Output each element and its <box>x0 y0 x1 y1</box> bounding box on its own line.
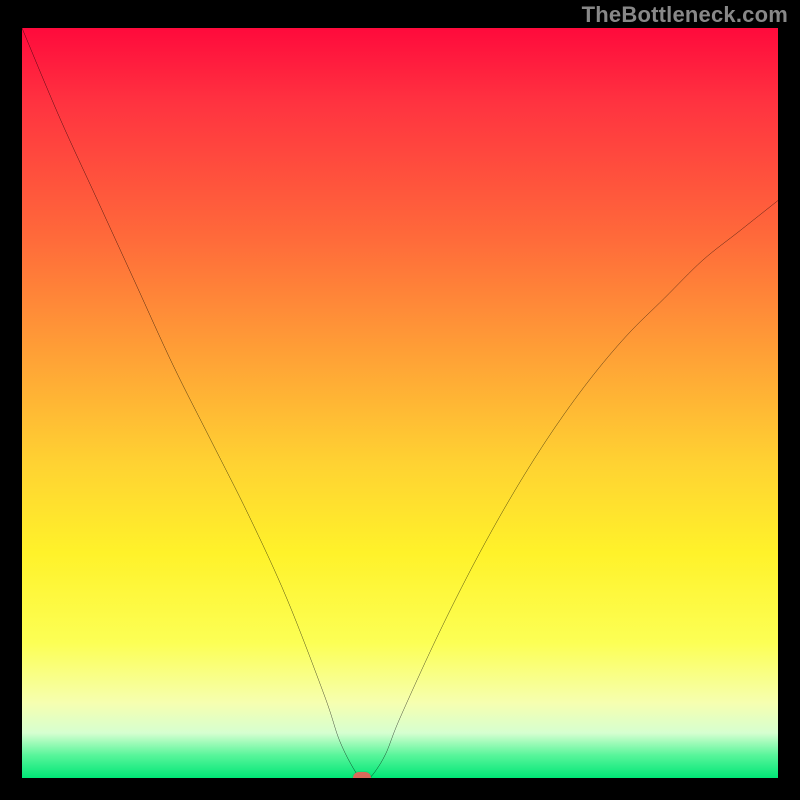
chart-frame: TheBottleneck.com <box>0 0 800 800</box>
plot-area <box>22 28 778 778</box>
watermark-text: TheBottleneck.com <box>582 2 788 28</box>
bottleneck-curve <box>22 28 778 778</box>
optimal-point-marker <box>353 772 371 778</box>
